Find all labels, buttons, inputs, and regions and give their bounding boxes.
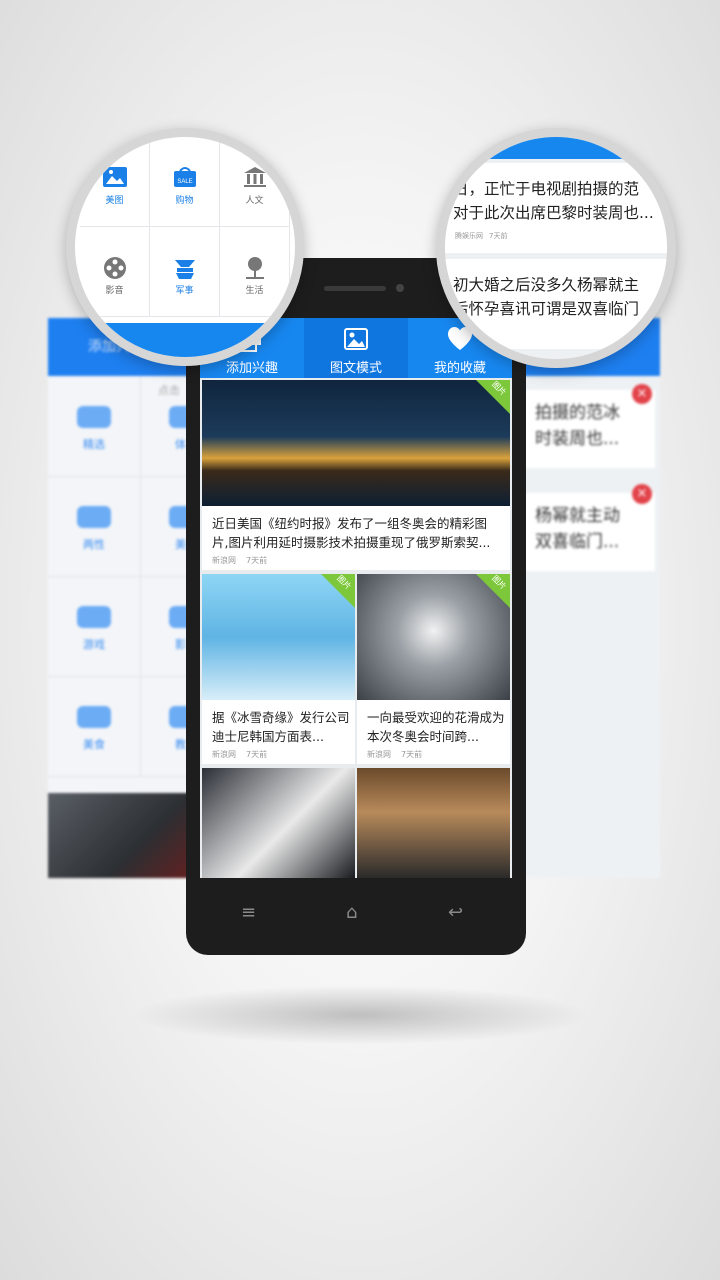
category-military[interactable]: 军事 <box>150 227 220 317</box>
feed-meta: 新浪网 7天前 <box>367 750 423 759</box>
feed-meta: 新浪网 7天前 <box>212 556 268 565</box>
background-cell: 两性 <box>48 476 141 577</box>
image-mode-icon <box>304 325 408 355</box>
picture-icon <box>80 165 149 193</box>
tab-image-mode[interactable]: 图文模式 <box>304 318 408 378</box>
close-icon[interactable]: × <box>632 484 652 504</box>
feed-meta: 新浪网 7天前 <box>212 750 268 759</box>
feed-image-car[interactable] <box>202 768 355 878</box>
feed-card[interactable]: 图片 一向最受欢迎的花滑成为本次冬奥会时间跨... 新浪网 7天前 <box>357 574 510 764</box>
background-cell: 美食 <box>48 676 141 777</box>
museum-icon <box>220 165 289 193</box>
phone-shadow <box>130 985 590 1045</box>
category-culture[interactable]: 人文 <box>220 137 290 227</box>
feed-card[interactable]: 图片 近日美国《纽约时报》发布了一组冬奥会的精彩图片,图片利用延时摄影技术拍摄重… <box>202 380 510 570</box>
close-icon[interactable]: × <box>632 384 652 404</box>
phone-speaker <box>324 286 386 291</box>
magnifier-news-card: 日，正忙于电视剧拍摄的范 对于此次出席巴黎时装周也... 腾娱乐网 7天前 <box>445 163 667 253</box>
magnifier-categories: 美图 SALE 购物 人文 影音 军事 生活 <box>66 128 304 366</box>
tree-icon <box>220 255 289 283</box>
feed-title: 一向最受欢迎的花滑成为本次冬奥会时间跨... <box>367 710 505 744</box>
magnifier-news-card: 初大婚之后没多久杨幂就主 后怀孕喜讯可谓是双喜临门 <box>445 259 667 349</box>
military-icon <box>150 255 219 283</box>
feed-image-night-city <box>202 380 510 506</box>
background-cell: 精选 <box>48 376 141 477</box>
category-shopping[interactable]: SALE 购物 <box>150 137 220 227</box>
background-car-image <box>48 793 198 878</box>
background-cell: 游戏 <box>48 576 141 677</box>
magnifier-header-bar <box>445 137 667 159</box>
phone-frame: 添加兴趣 图文模式 我的收藏 图片 近日美国《纽约时报》发布了一组冬奥会的精彩图… <box>186 258 526 955</box>
sale-bag-icon: SALE <box>150 165 219 193</box>
phone-camera <box>396 284 404 292</box>
background-interest-panel: 添加兴趣 点击 精选 两性 游戏 美食 体育 美图 影音 教育 <box>48 318 198 878</box>
film-reel-icon <box>80 255 149 283</box>
feed-title: 据《冰雪奇缘》发行公司迪士尼韩国方面表... <box>212 710 350 744</box>
home-icon[interactable]: ⌂ <box>346 902 357 923</box>
menu-icon[interactable]: ≡ <box>241 902 256 923</box>
magnifier-news: 日，正忙于电视剧拍摄的范 对于此次出席巴黎时装周也... 腾娱乐网 7天前 初大… <box>436 128 676 368</box>
feed-image-portrait[interactable] <box>357 768 510 878</box>
background-news-panel: 拍摄的范冰 时装周也... × 杨幂就主动 双喜临门... × <box>510 318 660 878</box>
phone-screen: 添加兴趣 图文模式 我的收藏 图片 近日美国《纽约时报》发布了一组冬奥会的精彩图… <box>200 318 512 878</box>
category-meitu[interactable]: 美图 <box>80 137 150 227</box>
category-life[interactable]: 生活 <box>220 227 290 317</box>
back-icon[interactable]: ↩ <box>448 902 463 923</box>
feed-title: 近日美国《纽约时报》发布了一组冬奥会的精彩图片,图片利用延时摄影技术拍摄重现了俄… <box>212 516 491 550</box>
system-nav-bar: ≡ ⌂ ↩ <box>186 890 526 940</box>
category-media[interactable]: 影音 <box>80 227 150 317</box>
svg-text:SALE: SALE <box>177 179 192 185</box>
background-news-card: 杨幂就主动 双喜临门... <box>525 493 655 571</box>
feed-card[interactable]: 图片 据《冰雪奇缘》发行公司迪士尼韩国方面表... 新浪网 7天前 <box>202 574 355 764</box>
